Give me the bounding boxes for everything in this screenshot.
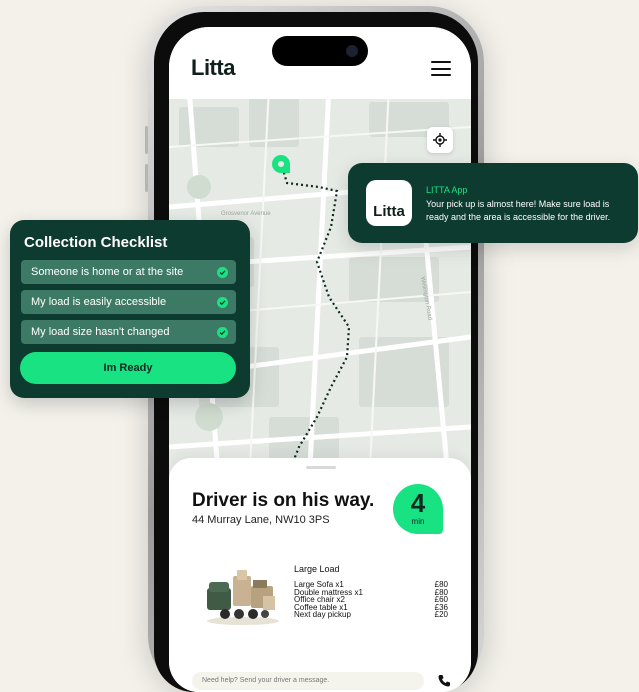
driver-status-sheet: Driver is on his way. 44 Murray Lane, NW… xyxy=(169,458,471,692)
im-ready-button[interactable]: Im Ready xyxy=(20,352,236,384)
checklist-item[interactable]: My load is easily accessible xyxy=(21,290,236,314)
street-label: Grosvenor Avenue xyxy=(221,211,271,217)
eta-badge: 4 min xyxy=(393,484,443,534)
load-item-row: Next day pickup £20 xyxy=(294,611,448,619)
pickup-address: 44 Murray Lane, NW10 3PS xyxy=(192,514,330,526)
checklist-item-label: Someone is home or at the site xyxy=(31,266,184,278)
load-title: Large Load xyxy=(294,564,340,574)
locate-button[interactable] xyxy=(427,127,453,153)
notification-message: Your pick up is almost here! Make sure l… xyxy=(426,199,611,222)
check-icon xyxy=(217,296,228,308)
checklist-item-label: My load is easily accessible xyxy=(31,296,167,308)
checklist-item[interactable]: Someone is home or at the site xyxy=(21,260,236,284)
volume-up-button xyxy=(145,126,148,154)
check-icon xyxy=(217,266,228,278)
camera-icon xyxy=(346,45,358,57)
driver-status-title: Driver is on his way. xyxy=(192,490,375,511)
load-items-list: Large Sofa x1 £80 Double mattress x1 £80 O… xyxy=(294,581,448,619)
checklist-item-label: My load size hasn't changed xyxy=(31,326,170,338)
check-icon xyxy=(217,326,228,338)
volume-down-button xyxy=(145,164,148,192)
driver-pin-icon xyxy=(272,155,290,173)
push-notification[interactable]: Litta LITTA App Your pick up is almost h… xyxy=(348,163,638,243)
eta-unit: min xyxy=(411,517,425,526)
notification-title: LITTA App xyxy=(426,185,468,195)
driver-message-input[interactable]: Need help? Send your driver a message. xyxy=(192,672,424,690)
notification-app-logo: Litta xyxy=(366,180,412,226)
eta-value: 4 xyxy=(410,488,426,518)
dynamic-island xyxy=(272,36,368,66)
collection-checklist-card: Collection Checklist Someone is home or … xyxy=(10,220,250,398)
app-header: Litta xyxy=(169,27,471,99)
sheet-handle[interactable] xyxy=(306,466,336,469)
load-item-price: £20 xyxy=(434,610,448,620)
menu-icon[interactable] xyxy=(431,61,451,76)
load-image xyxy=(207,570,279,625)
crosshair-icon xyxy=(433,133,447,147)
load-item-name: Next day pickup xyxy=(294,610,351,620)
checklist-item[interactable]: My load size hasn't changed xyxy=(21,320,236,344)
phone-call-icon[interactable] xyxy=(435,672,453,690)
checklist-title: Collection Checklist xyxy=(24,234,168,251)
app-logo: Litta xyxy=(191,55,235,80)
